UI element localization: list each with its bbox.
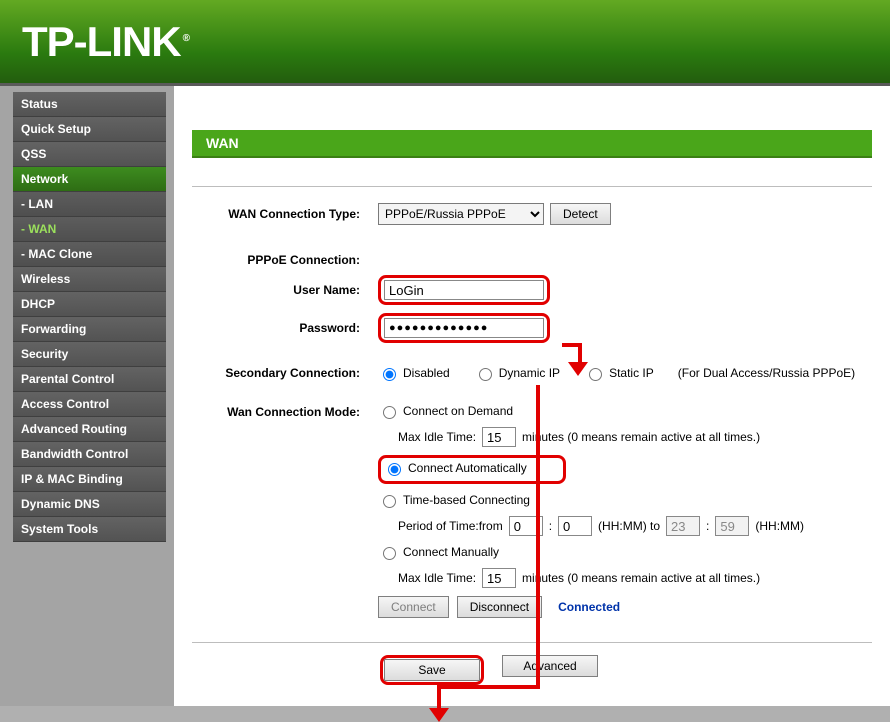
username-input[interactable] [384,280,544,300]
brand-logo: TP-LINK® [22,18,189,66]
row-conn-type: WAN Connection Type: PPPoE/Russia PPPoE … [174,203,890,225]
sidebar-item-system-tools[interactable]: System Tools [13,517,166,542]
annotation-highlight-password [378,313,550,343]
sidebar-item-status[interactable]: Status [13,92,166,117]
period-from-hh[interactable] [509,516,543,536]
period-to-mm[interactable] [715,516,749,536]
max-idle-input-2[interactable] [482,568,516,588]
annotation-arrow-head [429,708,449,722]
radio-connect-automatically[interactable]: Connect Automatically [383,460,527,476]
radio-dynamic-ip[interactable]: Dynamic IP [474,365,560,381]
detect-button[interactable]: Detect [550,203,611,225]
secondary-hint: (For Dual Access/Russia PPPoE) [678,366,855,380]
panel-title: WAN [192,130,872,158]
sidebar-item-bandwidth-control[interactable]: Bandwidth Control [13,442,166,467]
radio-time-based[interactable]: Time-based Connecting [378,492,530,508]
sidebar-item-dhcp[interactable]: DHCP [13,292,166,317]
annotation-highlight-username [378,275,550,305]
row-password: Password: [174,313,890,343]
app-header: TP-LINK® [0,0,890,86]
sidebar-item-wan[interactable]: - WAN [13,217,166,242]
sidebar-item-quick-setup[interactable]: Quick Setup [13,117,166,142]
sidebar-item-ip-mac-binding[interactable]: IP & MAC Binding [13,467,166,492]
radio-static-ip[interactable]: Static IP [584,365,654,381]
annotation-arrow [437,685,441,715]
sidebar-item-dynamic-dns[interactable]: Dynamic DNS [13,492,166,517]
disconnect-button[interactable]: Disconnect [457,596,542,618]
radio-disabled[interactable]: Disabled [378,365,450,381]
idle-hint-1: minutes (0 means remain active at all ti… [522,430,760,444]
max-idle-input-1[interactable] [482,427,516,447]
separator [192,642,872,643]
period-hhmm-to: (HH:MM) to [598,519,660,533]
row-secondary: Secondary Connection: Disabled Dynamic I… [174,365,890,381]
footer-buttons: Save Advanced [380,655,890,685]
label-username: User Name: [174,283,378,297]
connect-button[interactable]: Connect [378,596,449,618]
annotation-highlight-save: Save [380,655,484,685]
sidebar-item-mac-clone[interactable]: - MAC Clone [13,242,166,267]
sidebar-item-wireless[interactable]: Wireless [13,267,166,292]
period-to-hh[interactable] [666,516,700,536]
password-input[interactable] [384,318,544,338]
label-pppoe: PPPoE Connection: [174,253,378,267]
sidebar-item-network[interactable]: Network [13,167,166,192]
sidebar-item-security[interactable]: Security [13,342,166,367]
label-max-idle-1: Max Idle Time: [398,430,476,444]
radio-connect-on-demand[interactable]: Connect on Demand [378,403,513,419]
idle-hint-2: minutes (0 means remain active at all ti… [522,571,760,585]
row-mode: Wan Connection Mode: Connect on Demand M… [174,403,890,618]
period-from-mm[interactable] [558,516,592,536]
annotation-arrow [562,343,582,347]
sidebar-item-forwarding[interactable]: Forwarding [13,317,166,342]
row-username: User Name: [174,275,890,305]
sidebar-item-qss[interactable]: QSS [13,142,166,167]
label-period: Period of Time:from [398,519,503,533]
label-password: Password: [174,321,378,335]
sidebar-item-access-control[interactable]: Access Control [13,392,166,417]
sidebar-item-advanced-routing[interactable]: Advanced Routing [13,417,166,442]
connection-status: Connected [558,600,620,614]
period-hhmm-end: (HH:MM) [755,519,804,533]
main-wrap: StatusQuick SetupQSSNetwork- LAN- WAN- M… [0,86,890,706]
annotation-arrow [441,685,540,689]
row-pppoe-header: PPPoE Connection: [174,253,890,267]
advanced-button[interactable]: Advanced [502,655,598,677]
content-panel: WAN WAN Connection Type: PPPoE/Russia PP… [174,86,890,706]
label-conn-type: WAN Connection Type: [174,207,378,221]
sidebar-item-lan[interactable]: - LAN [13,192,166,217]
label-secondary: Secondary Connection: [174,366,378,380]
radio-connect-manually[interactable]: Connect Manually [378,544,499,560]
sidebar-item-parental-control[interactable]: Parental Control [13,367,166,392]
label-max-idle-2: Max Idle Time: [398,571,476,585]
form-area: WAN Connection Type: PPPoE/Russia PPPoE … [174,187,890,618]
annotation-arrow [578,343,582,367]
annotation-highlight-auto: Connect Automatically [378,455,566,484]
label-mode: Wan Connection Mode: [174,403,378,419]
save-button[interactable]: Save [384,659,480,681]
wan-connection-type-select[interactable]: PPPoE/Russia PPPoE [378,203,544,225]
sidebar-nav: StatusQuick SetupQSSNetwork- LAN- WAN- M… [0,86,174,706]
